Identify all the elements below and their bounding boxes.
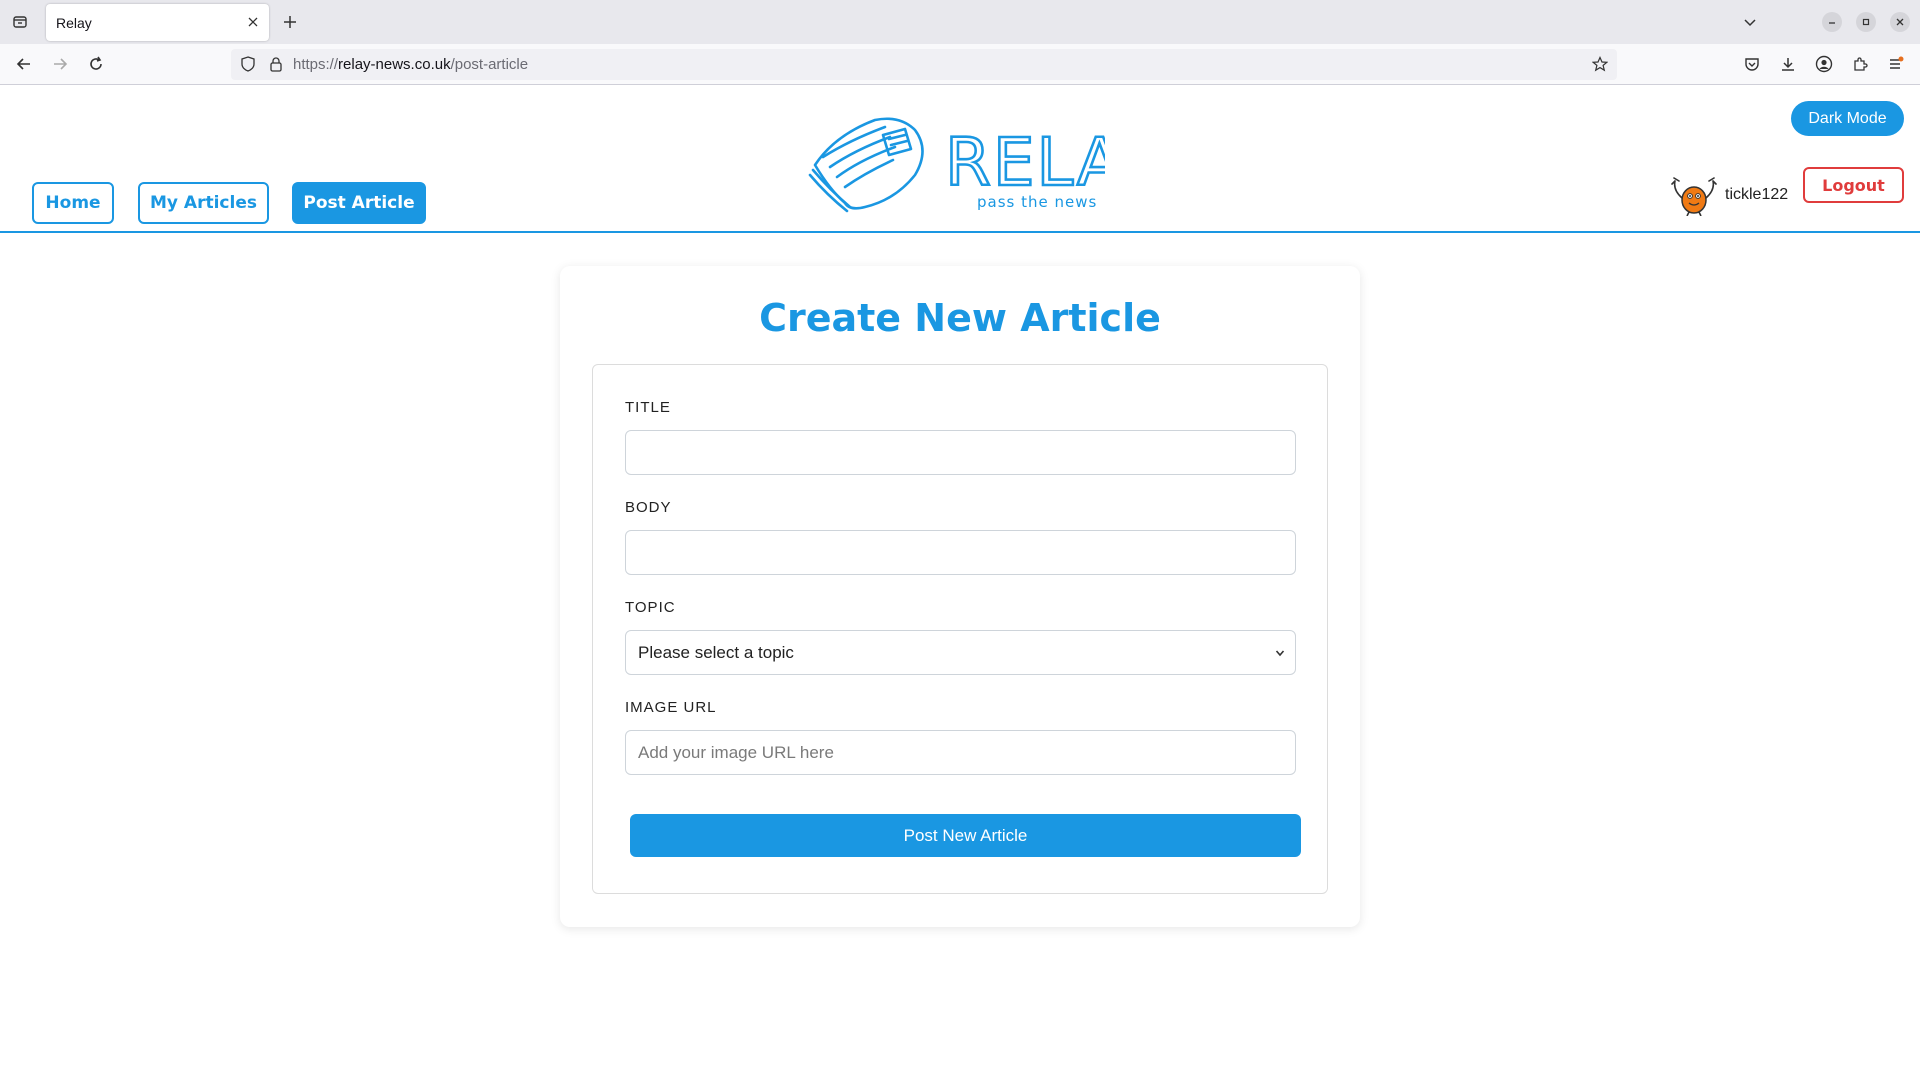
site-header: Home My Articles Post Article RELAY pass… [0,86,1920,233]
logout-button[interactable]: Logout [1803,167,1904,203]
chevron-down-icon[interactable] [1740,12,1760,32]
shield-icon[interactable] [239,55,257,73]
relay-logo[interactable]: RELAY pass the news [805,115,1105,215]
nav-post-article-button[interactable]: Post Article [292,182,426,224]
browser-tab[interactable]: Relay [46,4,269,41]
url-scheme: https:// [293,56,339,73]
topic-selected-value: Please select a topic [638,642,794,662]
new-tab-icon[interactable] [280,12,300,32]
close-window-icon[interactable] [1890,12,1910,32]
post-new-article-button[interactable]: Post New Article [630,814,1301,857]
topic-select[interactable]: Please select a topic [625,630,1296,675]
body-input[interactable] [625,530,1296,575]
minimize-icon[interactable] [1822,12,1842,32]
url-host: relay-news.co.uk [338,56,451,73]
tab-title: Relay [56,15,92,31]
back-arrow-icon[interactable] [14,54,34,74]
bookmark-star-icon[interactable] [1591,55,1609,73]
browser-tab-bar: Relay [0,0,1920,44]
newspaper-icon [808,117,924,213]
create-article-card: Create New Article TITLE BODY TOPIC Plea… [560,266,1360,927]
close-tab-icon[interactable] [245,14,261,30]
page: Home My Articles Post Article RELAY pass… [0,86,1920,1080]
image-url-input[interactable]: Add your image URL here [625,730,1296,775]
nav-home-button[interactable]: Home [32,182,114,224]
avatar[interactable] [1671,176,1717,216]
address-bar[interactable]: https://relay-news.co.uk/post-article [231,49,1617,80]
url-text[interactable]: https://relay-news.co.uk/post-article [293,56,528,73]
reload-icon[interactable] [86,54,106,74]
forward-arrow-icon[interactable] [50,54,70,74]
title-input[interactable] [625,430,1296,475]
restore-icon[interactable] [1856,12,1876,32]
download-icon[interactable] [1778,54,1798,74]
image-url-label: IMAGE URL [625,699,717,716]
topic-label: TOPIC [625,599,676,616]
logo-tagline: pass the news [977,193,1097,211]
app-menu-icon[interactable] [1886,54,1906,74]
chevron-down-icon [1273,646,1287,660]
lock-icon[interactable] [267,55,285,73]
logo-wordmark: RELAY [945,124,1105,201]
url-path: /post-article [450,56,529,73]
article-form: TITLE BODY TOPIC Please select a topic I… [592,364,1328,894]
extensions-icon[interactable] [1850,54,1870,74]
username: tickle122 [1725,186,1789,203]
account-icon[interactable] [1814,54,1834,74]
dark-mode-toggle[interactable]: Dark Mode [1791,101,1904,136]
title-label: TITLE [625,399,671,416]
page-title: Create New Article [759,296,1161,340]
browser-nav-bar: https://relay-news.co.uk/post-article [0,44,1920,85]
nav-my-articles-button[interactable]: My Articles [138,182,269,224]
pocket-icon[interactable] [1742,54,1762,74]
list-all-tabs-icon[interactable] [10,12,30,32]
body-label: BODY [625,499,672,516]
